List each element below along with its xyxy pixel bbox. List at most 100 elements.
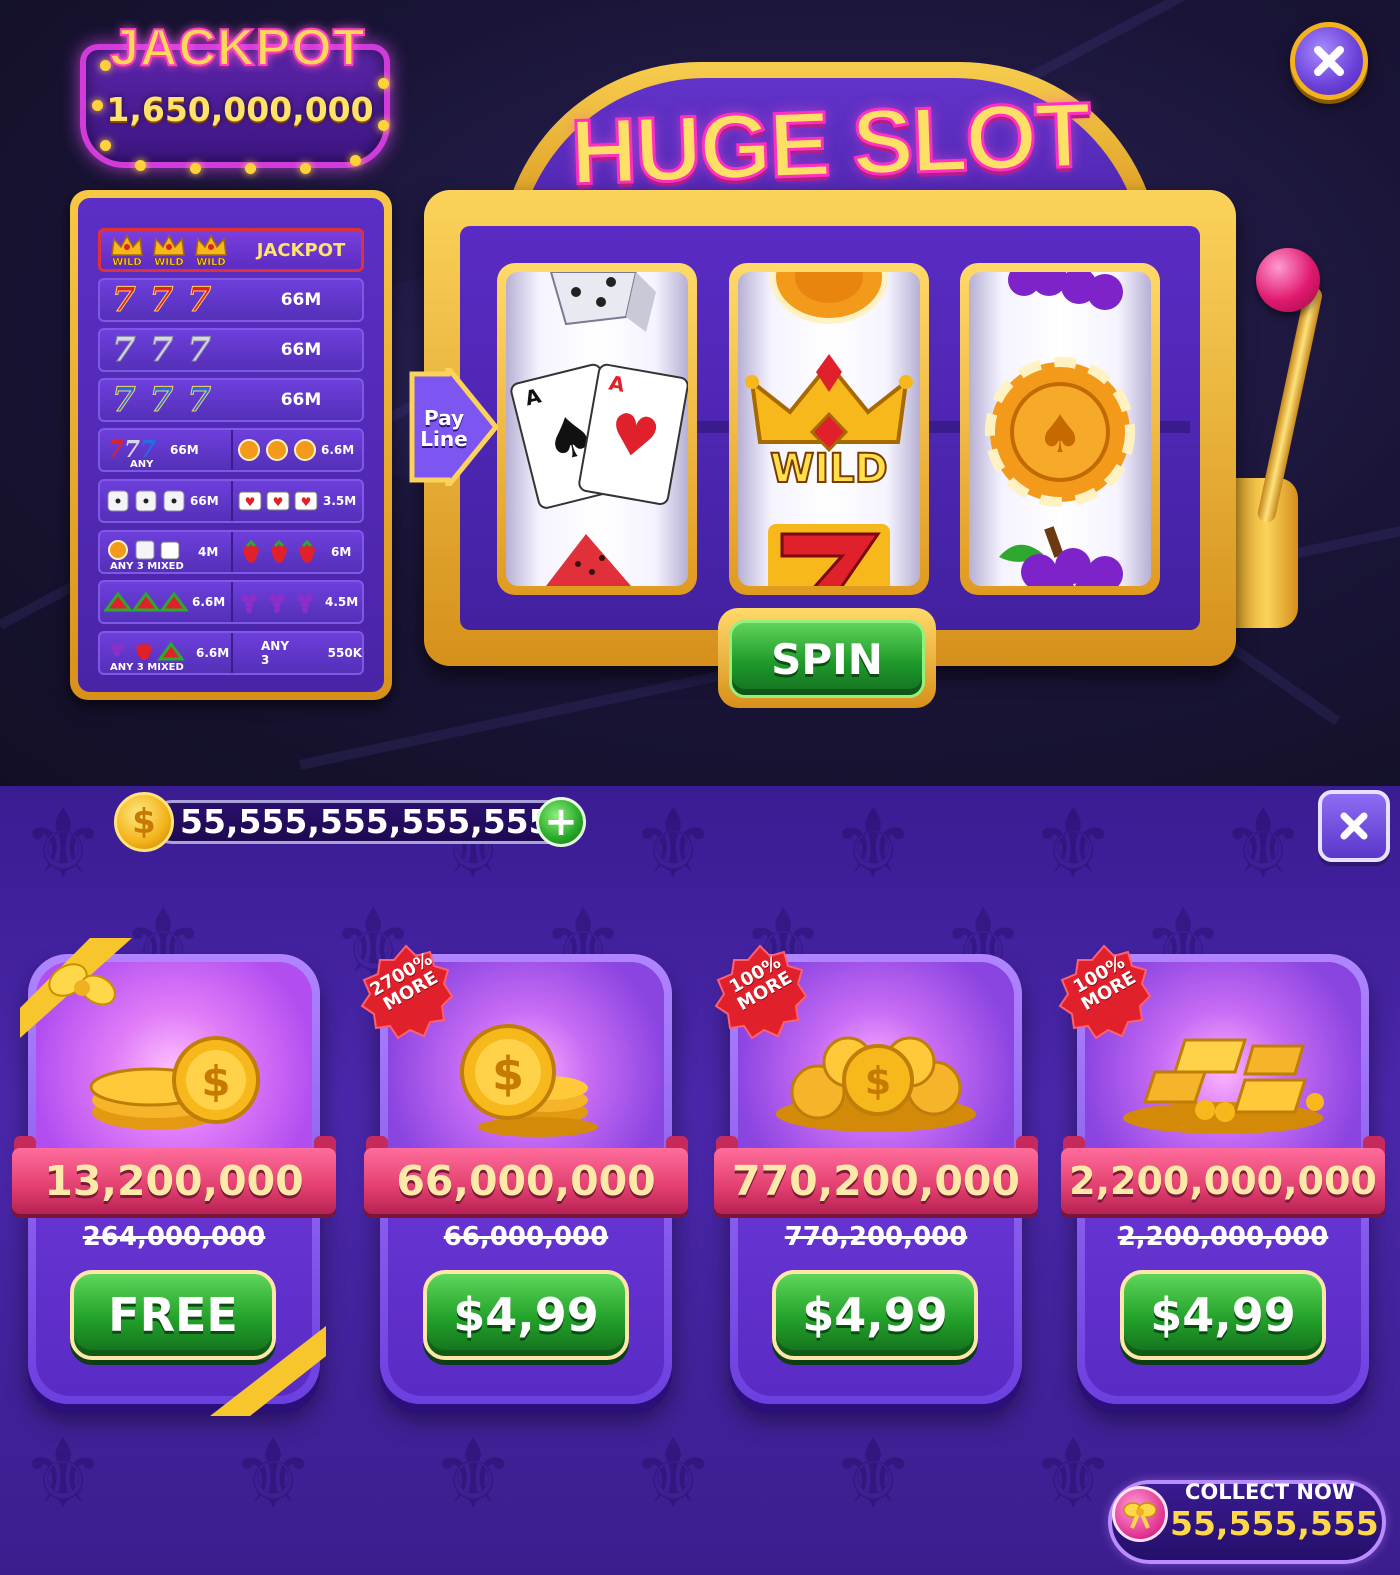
reel-symbols: A ♠ A ♥	[510, 272, 688, 586]
paytable-payout: 6.6M	[192, 595, 226, 609]
grapes-icon	[999, 526, 1123, 586]
sign-bulb	[245, 163, 256, 174]
fleur-de-lis-pattern: ⚜	[20, 1418, 107, 1530]
wild-label: WILD	[196, 257, 225, 267]
dice-icon	[549, 272, 656, 332]
collect-now-value: 55,555,555	[1170, 1504, 1379, 1543]
close-icon	[1314, 46, 1344, 76]
strawberry-icon	[242, 540, 315, 563]
gift-bow-icon	[1123, 1502, 1157, 1529]
sign-bulb	[190, 163, 201, 174]
paytable-payout: 6.6M	[320, 443, 355, 457]
sign-bulb	[135, 160, 146, 171]
poker-chip-icon	[237, 439, 316, 461]
fleur-de-lis-pattern: ⚜	[230, 1418, 317, 1530]
offer-old-amount: 66,000,000	[443, 1222, 609, 1252]
offer-amount: 770,200,000	[732, 1157, 1020, 1205]
fleur-de-lis-pattern: ⚜	[20, 788, 107, 900]
svg-text:$: $	[865, 1059, 891, 1103]
paytable-payout: 550K	[327, 646, 362, 660]
close-button[interactable]	[1318, 790, 1390, 862]
coin-icon: $	[114, 792, 174, 852]
grapes-icon	[240, 594, 313, 613]
paytable: WILD WILD WILD JACKPOT 7 7 7 66M 7 7 7 6…	[70, 190, 392, 700]
wild-crown-icon: WILD	[745, 354, 913, 493]
paytable-payout: 66M	[280, 340, 322, 360]
collect-now-label: COLLECT NOW	[1184, 1480, 1355, 1504]
sign-bulb	[300, 163, 311, 174]
paytable-payout: 6.6M	[196, 646, 230, 660]
paytable-note: ANY	[130, 459, 154, 470]
wild-crown-icon: WILD	[195, 234, 227, 267]
playing-cards-icon: A ♠ A ♥	[510, 363, 688, 509]
silver-seven-icon: 7	[187, 330, 212, 370]
spin-button[interactable]: SPIN	[729, 620, 925, 698]
reel-2: WILD	[729, 263, 929, 595]
red-seven-icon: 7	[112, 280, 137, 320]
add-coins-button[interactable]: +	[536, 797, 586, 847]
paytable-row-split: 66M ♥ ♥ ♥ 3.5M	[98, 479, 364, 523]
reel-1: A ♠ A ♥	[497, 263, 697, 595]
fleur-de-lis-pattern: ⚜	[830, 1418, 917, 1530]
reel-3: ♠	[960, 263, 1160, 595]
wild-crown-icon: WILD	[153, 234, 185, 267]
close-icon	[1340, 812, 1368, 840]
offer-buy-button[interactable]: $4,99	[1120, 1270, 1326, 1360]
offer-old-amount: 264,000,000	[82, 1222, 266, 1252]
jackpot-title: JACKPOT	[109, 18, 366, 78]
fleur-de-lis-pattern: ⚜	[1030, 1418, 1117, 1530]
offer-amount: 66,000,000	[396, 1157, 656, 1205]
watermelon-icon	[104, 591, 188, 612]
sign-bulb	[350, 155, 361, 166]
lever-knob[interactable]	[1256, 248, 1320, 312]
silver-seven-icon: 7	[149, 330, 174, 370]
paytable-row-split: 6.6M ANY 3 MIXED ANY 3 550K	[98, 631, 364, 675]
blue-seven-icon: 7	[187, 380, 212, 420]
paytable-payout: 66M	[170, 443, 199, 457]
fleur-de-lis-pattern: ⚜	[830, 788, 917, 900]
paytable-row-silver-sevens: 7 7 7 66M	[98, 328, 364, 372]
watermelon-icon	[546, 534, 631, 586]
wild-label: WILD	[154, 257, 183, 267]
red-seven-icon: 7	[149, 280, 174, 320]
blue-seven-icon: 7	[149, 380, 174, 420]
red-seven-icon: 7	[108, 436, 125, 463]
paytable-payout: JACKPOT	[256, 239, 346, 261]
offer-amount: 13,200,000	[44, 1157, 304, 1205]
offer-buy-button[interactable]: $4,99	[772, 1270, 978, 1360]
gift-ribbon-icon	[20, 938, 132, 1038]
svg-text:♥: ♥	[273, 495, 284, 509]
sign-bulb	[100, 140, 111, 151]
fleur-de-lis-pattern: ⚜	[430, 1418, 517, 1530]
fleur-de-lis-pattern: ⚜	[630, 788, 717, 900]
paytable-note: ANY 3 MIXED	[110, 561, 184, 572]
paytable-row-red-sevens: 7 7 7 66M	[98, 278, 364, 322]
offer-amount: 2,200,000,000	[1069, 1159, 1377, 1203]
poker-chip-icon: ♠	[985, 357, 1135, 507]
blue-seven-icon: 7	[112, 380, 137, 420]
svg-text:♥: ♥	[301, 495, 312, 509]
paytable-row-blue-sevens: 7 7 7 66M	[98, 378, 364, 422]
close-button[interactable]	[1290, 22, 1368, 100]
svg-text:♥: ♥	[245, 495, 256, 509]
offer-old-amount: 2,200,000,000	[1117, 1222, 1329, 1252]
reel-symbols: ♠	[985, 272, 1135, 586]
playing-cards-icon: ♥ ♥ ♥	[238, 491, 318, 511]
silver-seven-icon: 7	[112, 330, 137, 370]
fleur-de-lis-pattern: ⚜	[1030, 788, 1117, 900]
paytable-payout: 66M	[280, 290, 322, 310]
balance-value: 55,555,555,555,555	[180, 802, 552, 841]
paytable-row-jackpot: WILD WILD WILD JACKPOT	[98, 228, 364, 272]
offer-buy-button[interactable]: FREE	[70, 1270, 276, 1360]
wild-label: WILD	[112, 257, 141, 267]
svg-text:♠: ♠	[1037, 405, 1084, 465]
offer-buy-button[interactable]: $4,99	[423, 1270, 629, 1360]
red-seven-icon	[768, 524, 890, 586]
paytable-payout: 6M	[330, 545, 352, 559]
fleur-de-lis-pattern: ⚜	[630, 1418, 717, 1530]
grapes-icon	[1008, 272, 1123, 310]
paytable-row-split: 7 7 7 66M ANY 6.6M	[98, 428, 364, 472]
reel-symbols: WILD	[745, 272, 913, 586]
paytable-payout: 4M	[198, 545, 219, 559]
wild-label: WILD	[770, 446, 888, 492]
